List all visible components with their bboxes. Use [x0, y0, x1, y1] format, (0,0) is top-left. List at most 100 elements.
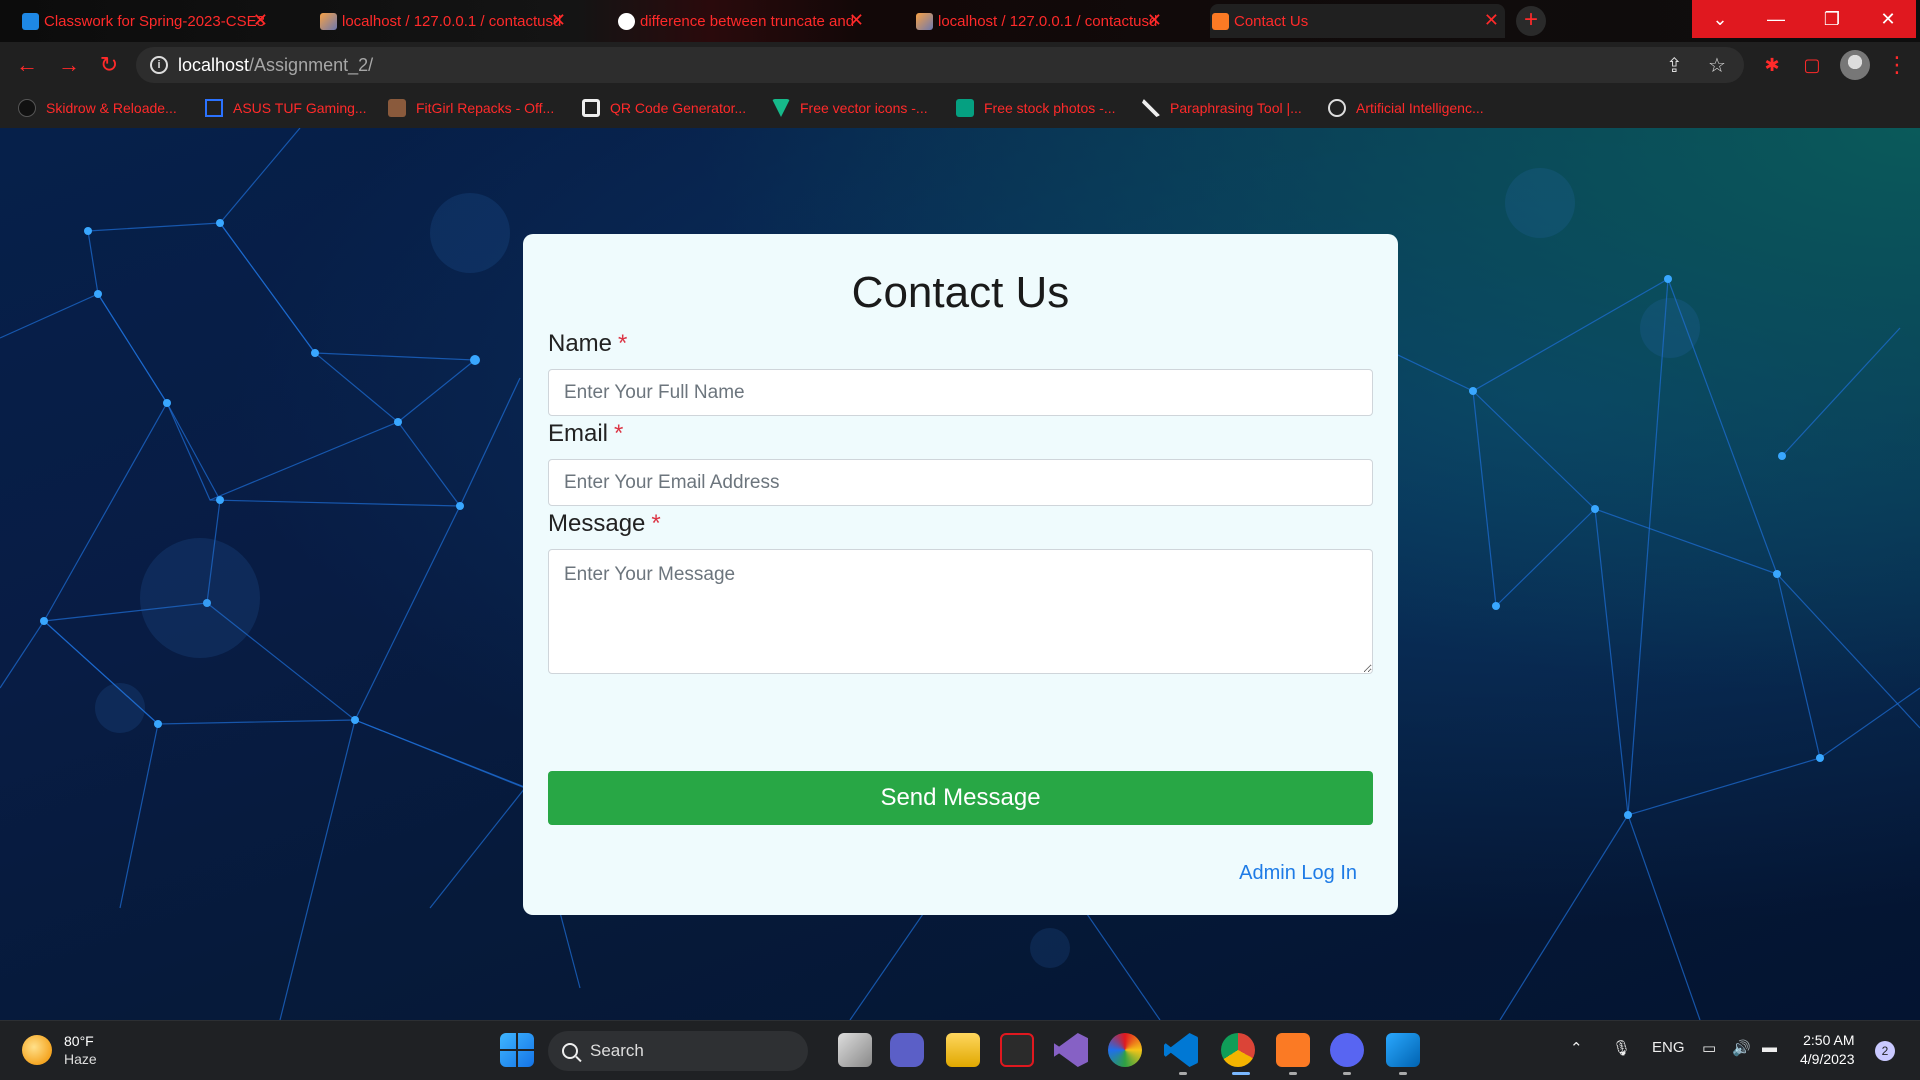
- forward-arrow-icon[interactable]: →: [56, 52, 82, 78]
- phpmyadmin-icon: [320, 13, 337, 30]
- bookmark-item[interactable]: Free stock photos -...: [956, 96, 1116, 120]
- visual-studio-icon[interactable]: [1054, 1033, 1088, 1067]
- google-icon: [618, 13, 635, 30]
- windows-start-icon[interactable]: [500, 1033, 534, 1067]
- close-window-button[interactable]: ✕: [1860, 0, 1916, 38]
- tab-title: difference between truncate and: [640, 12, 855, 30]
- openai-icon: [1328, 99, 1346, 117]
- tab-google-search[interactable]: difference between truncate and ✕: [616, 4, 870, 38]
- tab-title: Classwork for Spring-2023-CSE3: [44, 12, 264, 30]
- running-indicator: [1289, 1072, 1297, 1075]
- bookmark-item[interactable]: Skidrow & Reloade...: [18, 96, 177, 120]
- bookmark-item[interactable]: ASUS TUF Gaming...: [205, 96, 367, 120]
- running-indicator: [1343, 1072, 1351, 1075]
- close-icon[interactable]: ✕: [1147, 11, 1162, 29]
- tab-title: localhost / 127.0.0.1 / contactusd: [938, 12, 1158, 30]
- vector-icon: [772, 99, 790, 117]
- file-explorer-icon[interactable]: [946, 1033, 980, 1067]
- new-tab-button[interactable]: +: [1516, 6, 1546, 36]
- admin-login-link[interactable]: Admin Log In: [1239, 862, 1357, 885]
- discord-icon[interactable]: [1330, 1033, 1364, 1067]
- bookmark-label: QR Code Generator...: [610, 100, 747, 116]
- notification-badge[interactable]: 2: [1875, 1041, 1895, 1061]
- tab-contact-us[interactable]: Contact Us ✕: [1210, 4, 1505, 38]
- search-label: Search: [590, 1041, 644, 1060]
- battery-icon[interactable]: ▬: [1762, 1039, 1777, 1056]
- chrome-icon[interactable]: [1221, 1033, 1255, 1067]
- language-indicator[interactable]: ENG: [1652, 1039, 1685, 1056]
- tab-phpmyadmin-2[interactable]: localhost / 127.0.0.1 / contactusd ✕: [914, 4, 1168, 38]
- weather-widget[interactable]: 80°F Haze: [22, 1033, 97, 1067]
- tab-classwork[interactable]: Classwork for Spring-2023-CSE3 ✕: [20, 4, 274, 38]
- tab-title: localhost / 127.0.0.1 / contactusd: [342, 12, 562, 30]
- active-indicator: [1232, 1072, 1250, 1075]
- chrome-canary-icon[interactable]: [1108, 1033, 1142, 1067]
- page-viewport: Contact Us Name* Email* Message* Send Me…: [0, 128, 1920, 1020]
- teams-chat-icon[interactable]: [890, 1033, 924, 1067]
- required-mark: *: [614, 420, 624, 447]
- microphone-icon[interactable]: 🎙: [1612, 1039, 1631, 1057]
- required-mark: *: [651, 510, 661, 537]
- minimize-button[interactable]: —: [1748, 0, 1804, 38]
- bookmark-item[interactable]: FitGirl Repacks - Off...: [388, 96, 554, 120]
- bookmark-label: Free stock photos -...: [984, 100, 1116, 116]
- close-icon[interactable]: ✕: [551, 11, 566, 29]
- tab-title: Contact Us: [1234, 12, 1309, 30]
- required-mark: *: [618, 330, 628, 357]
- quill-icon: [1142, 99, 1160, 117]
- close-icon[interactable]: ✕: [849, 11, 864, 29]
- back-arrow-icon[interactable]: ←: [14, 52, 40, 78]
- email-input[interactable]: [548, 459, 1373, 506]
- browser-tab-strip: Classwork for Spring-2023-CSE3 ✕ localho…: [0, 0, 1920, 42]
- armoury-crate-icon[interactable]: [1000, 1033, 1034, 1067]
- bookmark-label: Paraphrasing Tool |...: [1170, 100, 1302, 116]
- address-bar[interactable]: i localhost/Assignment_2/ ⇪ ☆: [136, 47, 1744, 83]
- name-input[interactable]: [548, 369, 1373, 416]
- tab-phpmyadmin-1[interactable]: localhost / 127.0.0.1 / contactusd ✕: [318, 4, 572, 38]
- taskbar-search-box[interactable]: Search: [548, 1031, 808, 1071]
- bookmark-item[interactable]: QR Code Generator...: [582, 96, 746, 120]
- volume-icon[interactable]: 🔊: [1732, 1039, 1751, 1057]
- taskbar-clock[interactable]: 2:50 AM 4/9/2023: [1800, 1031, 1855, 1069]
- network-icon[interactable]: ▭: [1702, 1039, 1716, 1057]
- kebab-menu-icon[interactable]: ⋮: [1886, 50, 1908, 80]
- vscode-icon[interactable]: [1164, 1033, 1198, 1067]
- google-classroom-icon: [22, 13, 39, 30]
- extension-puzzle-icon[interactable]: ✱: [1762, 55, 1782, 75]
- message-textarea[interactable]: [548, 549, 1373, 674]
- bookmark-item[interactable]: Paraphrasing Tool |...: [1142, 96, 1302, 120]
- weather-description: Haze: [64, 1051, 97, 1067]
- running-indicator: [1179, 1072, 1187, 1075]
- contact-form-card: Contact Us Name* Email* Message* Send Me…: [523, 234, 1398, 915]
- profile-avatar[interactable]: [1840, 50, 1870, 80]
- tab-search-chevron-icon[interactable]: ⌄: [1692, 0, 1748, 38]
- clock-time: 2:50 AM: [1803, 1032, 1855, 1048]
- close-icon[interactable]: ✕: [253, 11, 268, 29]
- share-icon[interactable]: ⇪: [1666, 53, 1683, 78]
- restore-button[interactable]: ❐: [1804, 0, 1860, 38]
- reload-icon[interactable]: ↻: [96, 52, 122, 78]
- photos-icon[interactable]: [1386, 1033, 1420, 1067]
- site-info-icon[interactable]: i: [150, 56, 168, 74]
- browser-toolbar: ← → ↻ i localhost/Assignment_2/ ⇪ ☆ ✱ ▢ …: [0, 42, 1920, 88]
- url-host: localhost: [178, 55, 250, 75]
- bookmark-item[interactable]: Free vector icons -...: [772, 96, 928, 120]
- bookmark-item[interactable]: Artificial Intelligenc...: [1328, 96, 1484, 120]
- bookmark-star-icon[interactable]: ☆: [1708, 53, 1726, 78]
- name-label: Name *: [548, 330, 627, 358]
- xampp-icon[interactable]: [1276, 1033, 1310, 1067]
- close-icon[interactable]: ✕: [1484, 11, 1499, 29]
- bookmark-label: Free vector icons -...: [800, 100, 928, 116]
- clock-date: 4/9/2023: [1800, 1051, 1855, 1067]
- phpmyadmin-icon: [916, 13, 933, 30]
- send-message-button[interactable]: Send Message: [548, 771, 1373, 825]
- side-panel-icon[interactable]: ▢: [1802, 55, 1822, 75]
- windows-taskbar: 80°F Haze Search ⌃ 🎙 ENG ▭ 🔊 ▬ 2:50 AM 4…: [0, 1020, 1920, 1080]
- task-view-icon[interactable]: [838, 1033, 872, 1067]
- qr-icon: [582, 99, 600, 117]
- email-label: Email *: [548, 420, 623, 448]
- bookmark-label: Artificial Intelligenc...: [1356, 100, 1484, 116]
- chevron-up-icon[interactable]: ⌃: [1570, 1039, 1583, 1057]
- haze-sun-icon: [22, 1035, 52, 1065]
- url-text[interactable]: localhost/Assignment_2/: [178, 55, 373, 76]
